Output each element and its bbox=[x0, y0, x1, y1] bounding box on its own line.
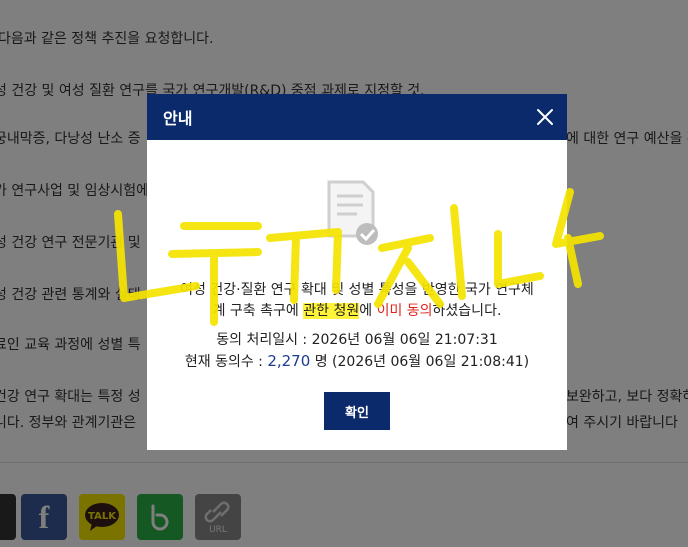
document-check-icon bbox=[327, 180, 378, 245]
confirm-button[interactable]: 확인 bbox=[324, 392, 390, 430]
message-text: 하셨습니다. bbox=[432, 303, 502, 319]
count-value: 2,270 bbox=[267, 352, 311, 370]
processed-label: 동의 처리일시 : bbox=[216, 332, 312, 348]
notice-modal: 안내 여성 건강·질환 연구 확대 및 성별 특성을 반영한 국가 연구체 계 … bbox=[147, 94, 567, 450]
already-agreed-text: 이미 동의 bbox=[376, 303, 433, 319]
message-text: 에 bbox=[359, 303, 377, 319]
petition-name-highlight: 관한 청원 bbox=[303, 303, 360, 319]
message-text: 확대 bbox=[301, 282, 327, 298]
processed-datetime: 동의 처리일시 : 2026년 06월 06일 21:07:31 bbox=[157, 330, 557, 351]
agreement-count: 현재 동의수 : 2,270 명 (2026년 06월 06일 21:08:41… bbox=[157, 351, 557, 373]
modal-message: 여성 건강·질환 연구 확대 및 성별 특성을 반영한 국가 연구체 계 구축 … bbox=[157, 280, 557, 322]
count-suffix: 명 (2026년 06월 06일 21:08:41) bbox=[310, 354, 530, 370]
message-text: 여성 건강·질환 연구 bbox=[180, 282, 302, 298]
message-text: 계 구축 촉구에 bbox=[212, 303, 304, 319]
close-icon[interactable] bbox=[533, 105, 557, 129]
message-text: 및 성별 특성을 반영한 국가 연구체 bbox=[326, 282, 534, 298]
processed-value: 2026년 06월 06일 21:07:31 bbox=[311, 332, 498, 348]
modal-title: 안내 bbox=[163, 109, 193, 128]
modal-header: 안내 bbox=[147, 94, 567, 140]
count-label: 현재 동의수 : bbox=[184, 354, 268, 370]
